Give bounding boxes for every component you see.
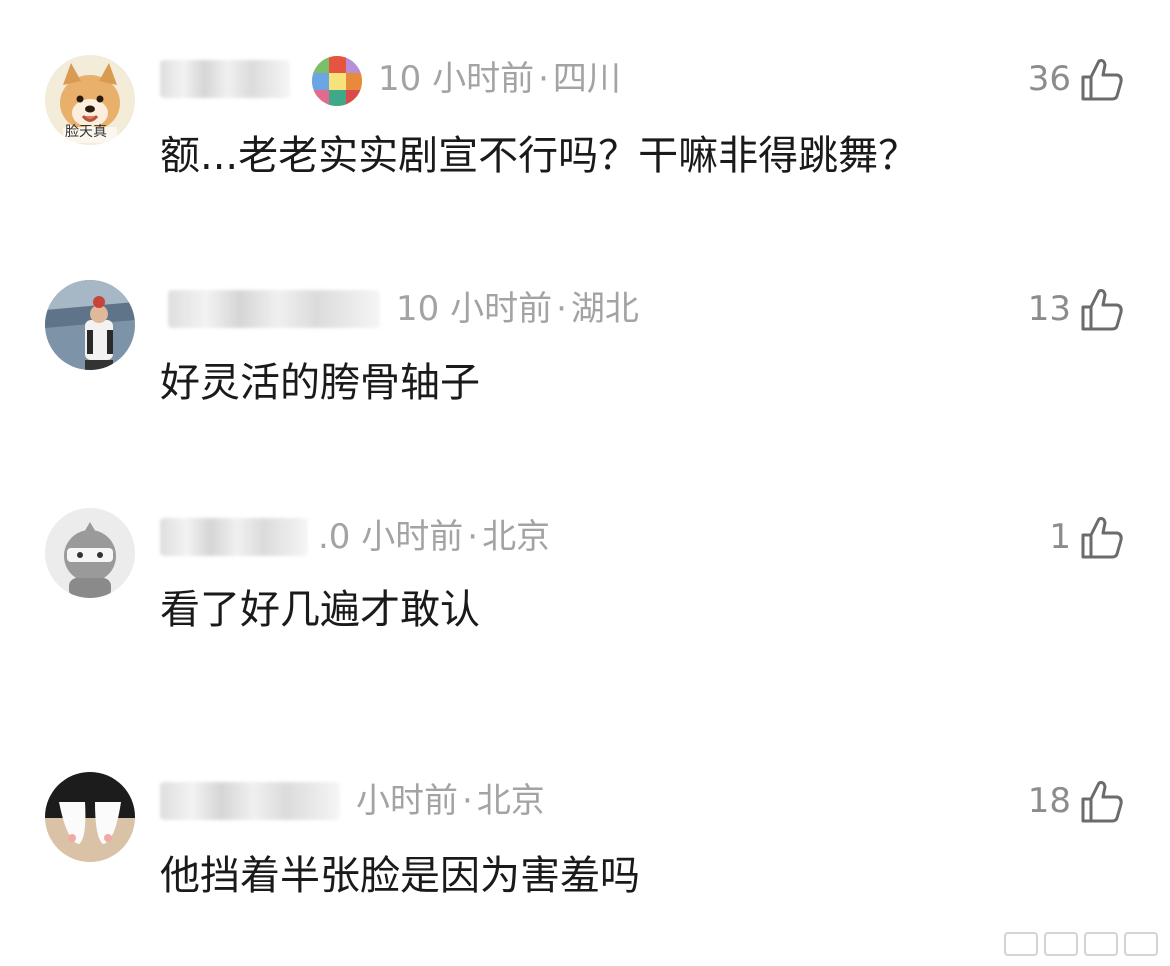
watermark-block [1004, 932, 1038, 956]
comment-time: .0 小时前 [318, 517, 464, 557]
comment-text: 看了好几遍才敢认 [160, 587, 480, 633]
watermark-block [1124, 932, 1158, 956]
thumbs-up-icon [1081, 59, 1123, 101]
like-button[interactable]: 36 [1028, 54, 1125, 104]
meta-separator: · [556, 289, 567, 329]
thumbs-up-icon [1081, 289, 1123, 331]
comment-location: 四川 [552, 59, 621, 99]
comment-text: 额...老老实实剧宣不行吗？干嘛非得跳舞？ [160, 133, 919, 179]
ninja-avatar-image [45, 508, 135, 598]
like-count: 36 [1027, 59, 1071, 99]
comment-time: 小时前 [356, 781, 458, 821]
thumbs-up-icon [1081, 517, 1123, 559]
comment-location: 湖北 [570, 289, 639, 329]
timestamp-location: 小时前 · 北京 [356, 776, 545, 826]
like-button[interactable]: 18 [1028, 776, 1125, 826]
person-photo-avatar-image [45, 280, 135, 370]
comment-text: 他挡着半张脸是因为害羞吗 [160, 853, 640, 899]
meta-separator: · [462, 781, 473, 821]
cat-paws-avatar-image [45, 772, 135, 862]
watermark-block [1044, 932, 1078, 956]
comment-location: 北京 [482, 517, 551, 557]
comment-time: 10 小时前 [396, 289, 553, 329]
like-count: 18 [1027, 781, 1071, 821]
comment-meta: .0 小时前 · 北京 [160, 512, 1140, 562]
like-count: 13 [1027, 289, 1071, 329]
timestamp-location: 10 小时前 · 湖北 [396, 284, 639, 334]
timestamp-location: 10 小时前 · 四川 [378, 54, 621, 104]
like-count: 1 [1049, 517, 1071, 557]
timestamp-location: .0 小时前 · 北京 [318, 512, 550, 562]
username-redacted[interactable] [160, 60, 290, 98]
user-badge-icon [312, 56, 362, 106]
like-button[interactable]: 13 [1028, 284, 1125, 334]
avatar[interactable]: 脸天真 [45, 55, 135, 145]
comment-meta: 10 小时前 · 四川 [160, 54, 1140, 106]
comment-time: 10 小时前 [378, 59, 535, 99]
comment-text: 好灵活的胯骨轴子 [160, 360, 480, 406]
comment-meta: 10 小时前 · 湖北 [160, 284, 1140, 334]
username-redacted[interactable] [160, 518, 308, 556]
watermark-block [1084, 932, 1118, 956]
avatar[interactable] [45, 280, 135, 370]
username-redacted[interactable] [160, 782, 340, 820]
avatar[interactable] [45, 508, 135, 598]
watermark-decoration [1004, 932, 1158, 956]
meta-separator: · [467, 517, 479, 557]
meta-separator: · [538, 59, 549, 99]
username-redacted[interactable] [168, 290, 380, 328]
thumbs-up-icon [1081, 781, 1123, 823]
avatar[interactable] [45, 772, 135, 862]
avatar-caption: 脸天真 [65, 124, 107, 140]
like-button[interactable]: 1 [1049, 512, 1125, 562]
comment-location: 北京 [476, 781, 545, 821]
comment-meta: 小时前 · 北京 [160, 776, 1140, 826]
